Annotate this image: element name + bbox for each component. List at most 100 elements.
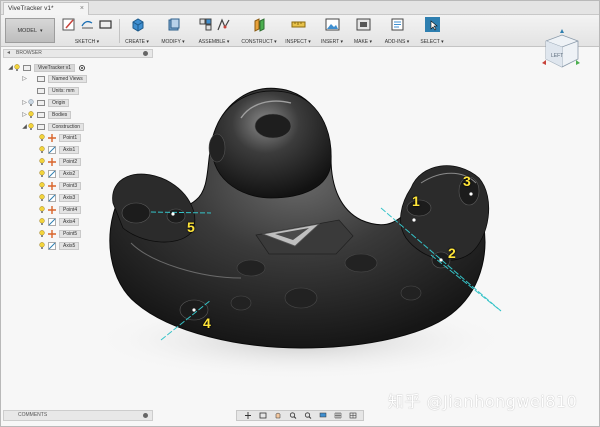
lightbulb-off-icon[interactable] <box>28 99 34 106</box>
insert-group[interactable]: INSERT ▾ <box>317 17 347 45</box>
scripts-icon[interactable] <box>390 17 405 32</box>
document-settings-icon <box>37 87 45 94</box>
lightbulb-icon[interactable] <box>39 146 45 153</box>
sensor-front-b <box>230 295 252 311</box>
modify-label: MODIFY ▾ <box>161 39 185 45</box>
press-pull-icon[interactable] <box>166 17 181 32</box>
lightbulb-icon[interactable] <box>39 158 45 165</box>
viewports-icon[interactable] <box>349 412 357 419</box>
z-axis-icon <box>560 29 564 33</box>
callout-3: 3 <box>463 173 471 189</box>
expand-right-icon[interactable]: ▷ <box>21 99 28 106</box>
new-component-icon[interactable] <box>198 17 213 32</box>
activate-radio-icon[interactable] <box>79 64 86 71</box>
lightbulb-icon[interactable] <box>39 206 45 213</box>
lightbulb-icon[interactable] <box>39 194 45 201</box>
collapse-icon[interactable]: ◂ <box>7 50 10 57</box>
expand-down-icon[interactable]: ◢ <box>7 64 14 71</box>
lightbulb-icon[interactable] <box>39 134 45 141</box>
chevron-down-icon: ▾ <box>40 27 43 34</box>
orbit-icon[interactable] <box>244 412 252 419</box>
browser-item-label: Bodies <box>48 110 72 119</box>
modify-group[interactable]: MODIFY ▾ <box>157 17 189 45</box>
browser-item-origin[interactable]: ▷ Origin <box>21 98 70 107</box>
callout-5: 5 <box>187 219 195 235</box>
construction-item-axis5[interactable]: Axis5 <box>39 241 80 250</box>
construction-axis-icon <box>48 217 56 226</box>
construction-point-icon <box>48 157 56 166</box>
inspect-group[interactable]: INSPECT ▾ <box>283 17 313 45</box>
rectangle-icon[interactable] <box>98 17 113 32</box>
close-tab-icon[interactable]: × <box>80 5 84 12</box>
expand-down-icon[interactable]: ◢ <box>21 123 28 130</box>
construction-item-point2[interactable]: Point2 <box>39 157 82 166</box>
expand-right-icon[interactable]: ▷ <box>21 75 28 82</box>
construction-item-axis2[interactable]: Axis2 <box>39 169 80 178</box>
measure-icon[interactable] <box>291 17 306 32</box>
offset-plane-icon[interactable] <box>252 17 267 32</box>
insert-image-icon[interactable] <box>325 17 340 32</box>
select-cursor-icon[interactable] <box>424 17 440 32</box>
lightbulb-icon[interactable] <box>39 242 45 249</box>
line-icon[interactable] <box>80 17 95 32</box>
construction-item-axis4[interactable]: Axis4 <box>39 217 80 226</box>
folder-icon <box>37 75 45 82</box>
lightbulb-icon[interactable] <box>39 170 45 177</box>
browser-item-named-views[interactable]: ▷ Named Views <box>21 74 87 83</box>
create-sketch-icon[interactable] <box>62 17 77 32</box>
add-ins-group[interactable]: ADD-INS ▾ <box>381 17 413 45</box>
comments-panel[interactable]: COMMENTS <box>3 410 153 421</box>
view-cube[interactable]: LEFT <box>538 27 584 73</box>
3d-print-icon[interactable] <box>356 17 371 32</box>
browser-title: BROWSER <box>16 50 42 56</box>
browser-header[interactable]: ◂ BROWSER <box>3 49 153 58</box>
construction-point-icon <box>48 205 56 214</box>
point-2-marker[interactable] <box>439 258 443 262</box>
browser-root-row[interactable]: ◢ ViveTracker v1 <box>7 63 86 72</box>
sketch-group[interactable]: SKETCH ▾ <box>57 17 117 45</box>
construction-item-label: Point3 <box>59 181 82 190</box>
expand-right-icon[interactable]: ▷ <box>21 111 28 118</box>
watermark-text: 知乎 @Jianhongwei810 <box>388 392 578 411</box>
pin-icon[interactable] <box>143 413 148 418</box>
workspace-switcher[interactable]: MODEL ▾ <box>5 18 55 43</box>
look-at-icon[interactable] <box>259 412 267 419</box>
construction-item-point4[interactable]: Point4 <box>39 205 82 214</box>
lightbulb-icon[interactable] <box>39 182 45 189</box>
browser-item-units[interactable]: Units: mm <box>21 86 79 95</box>
joint-icon[interactable] <box>216 17 231 32</box>
point-4-marker[interactable] <box>192 308 196 312</box>
assemble-group[interactable]: ASSEMBLE ▾ <box>193 17 235 45</box>
zoom-icon[interactable] <box>289 412 297 419</box>
pan-icon[interactable] <box>274 412 282 419</box>
display-settings-icon[interactable] <box>319 412 327 419</box>
construction-item-axis1[interactable]: Axis1 <box>39 145 80 154</box>
fit-icon[interactable] <box>304 412 312 419</box>
lightbulb-icon[interactable] <box>14 64 20 71</box>
extrude-icon[interactable] <box>130 17 145 32</box>
point-1-marker[interactable] <box>412 218 416 222</box>
construct-group[interactable]: CONSTRUCT ▾ <box>237 17 281 45</box>
construction-axis-icon <box>48 241 56 250</box>
grid-settings-icon[interactable] <box>334 412 342 419</box>
browser-item-bodies[interactable]: ▷ Bodies <box>21 110 72 119</box>
select-group[interactable]: SELECT ▾ <box>417 17 447 45</box>
construction-item-point1[interactable]: Point1 <box>39 133 82 142</box>
construction-item-axis3[interactable]: Axis3 <box>39 193 80 202</box>
construction-item-label: Point4 <box>59 205 82 214</box>
lightbulb-icon[interactable] <box>28 123 34 130</box>
browser-item-construction[interactable]: ◢ Construction <box>21 122 85 131</box>
create-group[interactable]: CREATE ▾ <box>121 17 153 45</box>
point-5-marker[interactable] <box>171 212 175 216</box>
point-3-marker[interactable] <box>469 192 473 196</box>
pin-icon[interactable] <box>143 51 148 56</box>
construction-axis-icon <box>48 193 56 202</box>
lightbulb-icon[interactable] <box>39 230 45 237</box>
lightbulb-icon[interactable] <box>39 218 45 225</box>
document-tab[interactable]: ViveTracker v1* × <box>3 2 89 15</box>
construction-item-point5[interactable]: Point5 <box>39 229 82 238</box>
make-group[interactable]: MAKE ▾ <box>349 17 377 45</box>
lightbulb-icon[interactable] <box>28 111 34 118</box>
construction-item-point3[interactable]: Point3 <box>39 181 82 190</box>
component-icon <box>23 64 31 71</box>
